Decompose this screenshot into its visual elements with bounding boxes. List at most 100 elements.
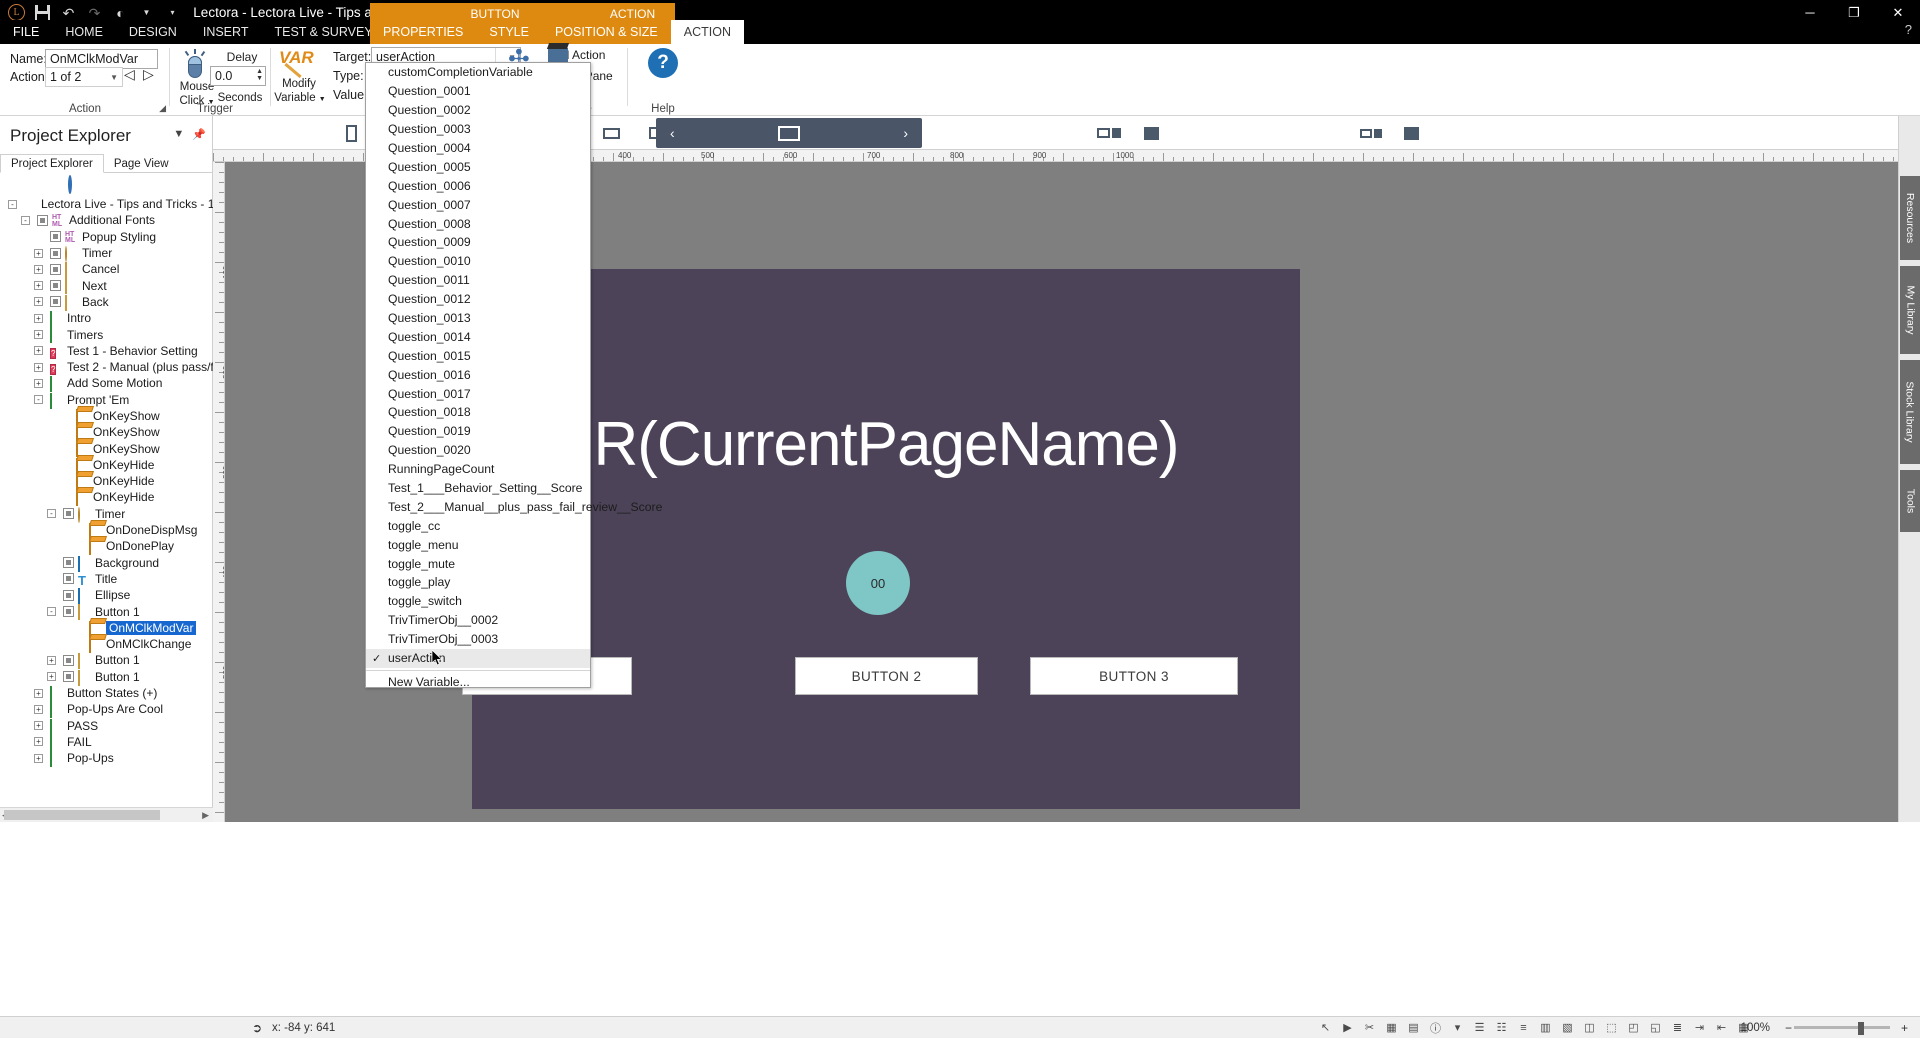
tree-checkbox[interactable] [50, 280, 61, 291]
tree-toggle-icon[interactable]: + [34, 281, 43, 290]
tree-toggle-icon[interactable]: + [34, 705, 43, 714]
title-help-icon[interactable]: ? [1905, 22, 1912, 37]
info-icon[interactable]: ⓘ [1429, 1021, 1442, 1034]
dropdown-item[interactable]: toggle_switch [366, 592, 590, 611]
outdent-icon[interactable]: ⇤ [1715, 1021, 1728, 1034]
device-phone-portrait[interactable] [338, 122, 364, 144]
chevron-icon[interactable]: ▾ [1451, 1021, 1464, 1034]
pin-icon[interactable]: 📌 [192, 128, 206, 141]
counter-ellipse[interactable]: 00 [846, 551, 910, 615]
tree-item[interactable]: +Button 1 [0, 652, 213, 668]
dropdown-item[interactable]: Question_0006 [366, 176, 590, 195]
tree-checkbox[interactable] [63, 508, 74, 519]
publish-icon[interactable]: ◐ [112, 4, 129, 21]
cut-icon[interactable]: ✂ [1363, 1021, 1376, 1034]
tree-toggle-icon[interactable]: + [47, 672, 56, 681]
scrollbar-thumb[interactable] [4, 810, 160, 820]
tree-toggle-icon[interactable]: + [34, 754, 43, 763]
tree-item[interactable]: OnKeyShow [0, 408, 213, 424]
prev-device-button[interactable]: ‹ [670, 125, 675, 141]
tree-item[interactable]: +Next [0, 277, 213, 293]
tree-item[interactable]: +Timer [0, 245, 213, 261]
dropdown-item[interactable]: customCompletionVariable [366, 63, 590, 82]
dropdown-item[interactable]: Question_0008 [366, 214, 590, 233]
dropdown-item[interactable]: Question_0004 [366, 139, 590, 158]
ungroup-icon[interactable]: ⬚ [1605, 1021, 1618, 1034]
tab-properties[interactable]: PROPERTIES [370, 20, 476, 44]
tree-item[interactable]: +Pop-Ups Are Cool [0, 701, 213, 717]
tree-item[interactable]: Background [0, 555, 213, 571]
pointer-icon[interactable]: ↖ [1319, 1021, 1332, 1034]
status-tool-icons[interactable]: ↖▶✂▦▤ⓘ▾☰☷≡▥▧◫⬚◰◱≣⇥⇤▦ [1319, 1021, 1750, 1034]
dropdown-item[interactable]: Question_0020 [366, 441, 590, 460]
dropdown-item[interactable]: Question_0016 [366, 365, 590, 384]
dropdown-item[interactable]: Question_0009 [366, 233, 590, 252]
dropdown-item[interactable]: Test_1___Behavior_Setting__Score [366, 479, 590, 498]
dropdown-new-variable[interactable]: New Variable... [366, 673, 590, 692]
tree-checkbox[interactable] [50, 264, 61, 275]
ruler-icon[interactable]: ▤ [1407, 1021, 1420, 1034]
distribute-h-icon[interactable]: ▥ [1539, 1021, 1552, 1034]
tree-checkbox[interactable] [63, 557, 74, 568]
save-icon[interactable] [34, 4, 51, 21]
dropdown-item[interactable]: ✓userAction [366, 649, 590, 668]
delay-input[interactable]: 0.0 ▲▼ [210, 66, 266, 86]
action-index-combo[interactable]: 1 of 2 ▼ [45, 67, 123, 87]
tree-checkbox[interactable] [63, 573, 74, 584]
tree-toggle-icon[interactable]: + [34, 363, 43, 372]
quick-access-toolbar[interactable]: L ↶ ↷ ◐ ▼ ▾ [0, 4, 181, 21]
explorer-hscrollbar[interactable]: ◀ ▶ [0, 807, 213, 822]
add-action-button[interactable]: Add Action [548, 48, 605, 62]
device-phone-landscape[interactable] [598, 122, 624, 144]
dock-my-library[interactable]: My Library [1900, 266, 1920, 354]
tree-item[interactable]: +FAIL [0, 734, 213, 750]
device-wide-portrait[interactable] [1138, 122, 1164, 144]
dropdown-item[interactable]: toggle_cc [366, 516, 590, 535]
tree-item[interactable]: Ellipse [0, 587, 213, 603]
customize-toolbar-icon[interactable]: ▾ [164, 4, 181, 21]
tab-project-explorer[interactable]: Project Explorer [0, 154, 104, 173]
dropdown-item[interactable]: Question_0001 [366, 82, 590, 101]
dropdown-item[interactable]: Question_0010 [366, 252, 590, 271]
indent-icon[interactable]: ⇥ [1693, 1021, 1706, 1034]
tree-checkbox[interactable] [37, 215, 48, 226]
dropdown-item[interactable]: Question_0014 [366, 327, 590, 346]
tree-toggle-icon[interactable]: + [47, 656, 56, 665]
dropdown-item[interactable]: Test_2___Manual__plus_pass_fail_review__… [366, 497, 590, 516]
tree-checkbox[interactable] [63, 590, 74, 601]
tree-item[interactable]: OnKeyShow [0, 440, 213, 456]
dock-stock-library[interactable]: Stock Library [1900, 360, 1920, 464]
tree-item[interactable]: +?Test 2 - Manual (plus pass/fai [0, 359, 213, 375]
tree-toggle-icon[interactable]: + [34, 297, 43, 306]
dropdown-item[interactable]: toggle_menu [366, 535, 590, 554]
play-icon[interactable]: ▶ [1341, 1021, 1354, 1034]
tab-position-size[interactable]: POSITION & SIZE [542, 20, 671, 44]
dropdown-item[interactable]: Question_0007 [366, 195, 590, 214]
tree-toggle-icon[interactable]: + [34, 249, 43, 258]
tree-item[interactable]: +Add Some Motion [0, 375, 213, 391]
action-name-input[interactable]: OnMClkModVar [45, 49, 158, 69]
tree-toggle-icon[interactable]: + [34, 689, 43, 698]
menu-item-home[interactable]: HOME [52, 20, 116, 44]
zoom-in-button[interactable]: + [1901, 1021, 1908, 1035]
tree-item[interactable]: OnDonePlay [0, 538, 213, 554]
search-icon[interactable] [68, 177, 83, 191]
list-icon[interactable]: ≣ [1671, 1021, 1684, 1034]
tree-item[interactable]: +Back [0, 294, 213, 310]
chevron-down-icon[interactable]: ▼ [138, 4, 155, 21]
menu-item-design[interactable]: DESIGN [116, 20, 190, 44]
tree-checkbox[interactable] [50, 296, 61, 307]
tree-item[interactable]: OnKeyHide [0, 457, 213, 473]
tree-item[interactable]: OnKeyHide [0, 473, 213, 489]
tab-action[interactable]: ACTION [671, 20, 744, 44]
dock-tools[interactable]: Tools [1900, 470, 1920, 532]
tree-toggle-icon[interactable]: - [8, 200, 17, 209]
tree-toggle-icon[interactable]: - [34, 395, 43, 404]
tree-item[interactable]: +Timers [0, 326, 213, 342]
add-chapter-icon[interactable] [26, 177, 41, 191]
tree-item[interactable]: +?Test 1 - Behavior Setting [0, 343, 213, 359]
tree-toggle-icon[interactable]: + [34, 737, 43, 746]
zoom-slider-thumb[interactable] [1858, 1022, 1864, 1035]
bring-front-icon[interactable]: ◰ [1627, 1021, 1640, 1034]
tab-page-view[interactable]: Page View [104, 154, 179, 173]
